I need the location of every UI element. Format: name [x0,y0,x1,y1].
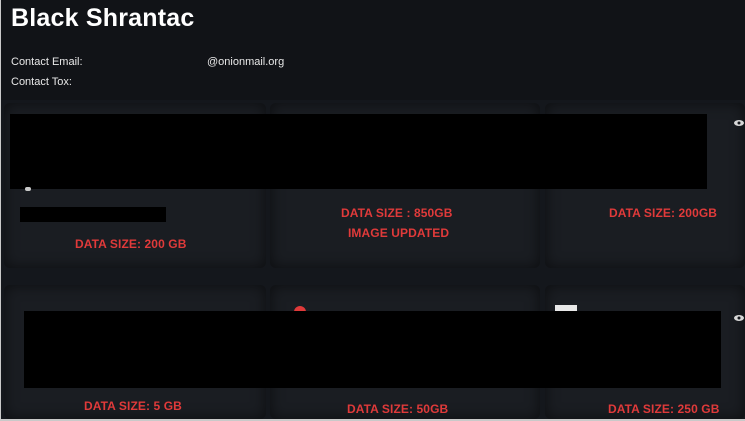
frame-edge-left [0,0,1,421]
card-1-data-size: DATA SIZE: 200 GB [75,237,187,251]
contact-email-label: Contact Email: [11,56,83,68]
redaction-block-name [20,207,166,222]
redaction-block-top [10,114,707,189]
victim-name-tail [163,208,168,220]
card-6-data-size: DATA SIZE: 250 GB [608,402,720,416]
card-2-data-size: DATA SIZE : 850GB [341,206,453,220]
card-4-data-size: DATA SIZE: 5 GB [84,399,182,413]
contact-tox-label: Contact Tox: [11,76,72,88]
header: Black Shrantac Contact Email: @onionmail… [0,0,745,100]
card-3-data-size: DATA SIZE: 200GB [609,206,718,220]
eye-icon[interactable] [734,120,744,126]
card-5-data-size: DATA SIZE: 50GB [347,402,449,416]
card-2-status: IMAGE UPDATED [348,226,450,240]
leak-site-page: Black Shrantac Contact Email: @onionmail… [0,0,745,421]
site-title: Black Shrantac [11,4,195,32]
redaction-block-bottom [24,311,721,388]
eye-icon[interactable] [734,315,744,321]
card-dot [25,187,31,191]
contact-email-value[interactable]: @onionmail.org [207,55,284,69]
